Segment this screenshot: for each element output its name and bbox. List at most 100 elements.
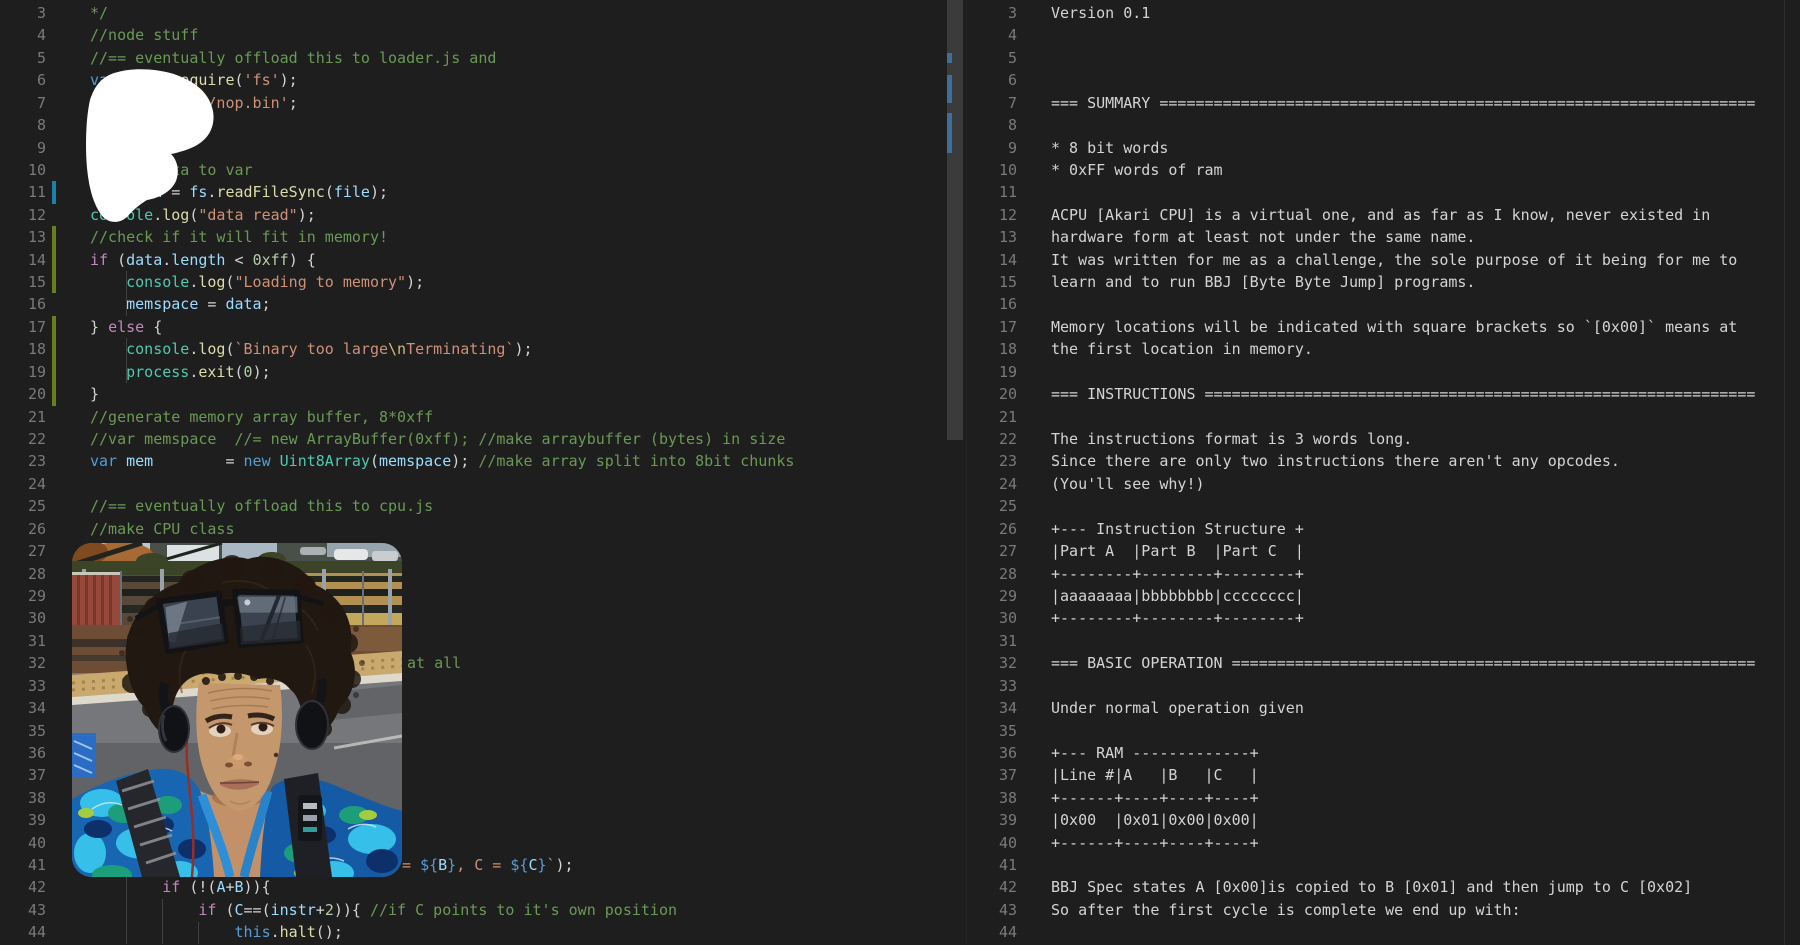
code-text[interactable]: if (data.length < 0xff) {: [90, 249, 966, 271]
code-text[interactable]: //load data to var: [90, 159, 966, 181]
text-content[interactable]: It was written for me as a challenge, th…: [1051, 249, 1800, 271]
text-line: 34Under normal operation given: [967, 697, 1800, 719]
text-line: 26+--- Instruction Structure +: [967, 518, 1800, 540]
code-text[interactable]: */: [90, 2, 966, 24]
text-content[interactable]: BBJ Spec states A [0x00]is copied to B […: [1051, 876, 1800, 898]
code-line: 6var fs = require('fs');: [0, 69, 966, 91]
line-number: 13: [967, 226, 1017, 248]
line-number: 23: [0, 450, 46, 472]
text-content[interactable]: === SUMMARY ============================…: [1051, 92, 1800, 114]
text-content[interactable]: |Line #|A |B |C |: [1051, 764, 1800, 786]
text-content[interactable]: +--- Instruction Structure +: [1051, 518, 1800, 540]
code-line: 19 process.exit(0);: [0, 361, 966, 383]
code-text[interactable]: var data = fs.readFileSync(file);: [90, 181, 966, 203]
code-line: 22//var memspace //= new ArrayBuffer(0xf…: [0, 428, 966, 450]
text-line: 8: [967, 114, 1800, 136]
code-text[interactable]: memspace = data;: [90, 293, 966, 315]
code-text[interactable]: }: [90, 383, 966, 405]
indent-guide: [126, 338, 127, 360]
text-content[interactable]: the first location in memory.: [1051, 338, 1800, 360]
text-line: 41: [967, 854, 1800, 876]
code-line: 20}: [0, 383, 966, 405]
line-number: 22: [967, 428, 1017, 450]
text-content[interactable]: * 8 bit words: [1051, 137, 1800, 159]
text-content[interactable]: * 0xFF words of ram: [1051, 159, 1800, 181]
code-text[interactable]: //== eventually offload this to cpu.js: [90, 495, 966, 517]
text-content[interactable]: Under normal operation given: [1051, 697, 1800, 719]
text-line: 3Version 0.1: [967, 2, 1800, 24]
code-line: 43 if (C==(instr+2)){ //if C points to i…: [0, 899, 966, 921]
left-editor-scrollbar[interactable]: [947, 0, 963, 440]
line-number: 11: [967, 181, 1017, 203]
text-content[interactable]: +--------+--------+--------+: [1051, 607, 1800, 629]
code-text[interactable]: //node stuff: [90, 24, 966, 46]
text-content[interactable]: |Part A |Part B |Part C |: [1051, 540, 1800, 562]
line-number: 44: [967, 921, 1017, 943]
git-gutter-modified: [52, 181, 56, 203]
code-line: 9: [0, 137, 966, 159]
line-number: 20: [967, 383, 1017, 405]
line-number: 18: [967, 338, 1017, 360]
text-content[interactable]: +------+----+----+----+: [1051, 832, 1800, 854]
text-content[interactable]: === BASIC OPERATION ====================…: [1051, 652, 1800, 674]
code-text[interactable]: process.exit(0);: [90, 361, 966, 383]
line-number: 19: [0, 361, 46, 383]
code-line: 24: [0, 473, 966, 495]
code-text[interactable]: //var memspace //= new ArrayBuffer(0xff)…: [90, 428, 966, 450]
line-number: 8: [0, 114, 46, 136]
code-text[interactable]: //generate memory array buffer, 8*0xff: [90, 406, 966, 428]
line-number: 31: [0, 630, 46, 652]
text-content[interactable]: +------+----+----+----+: [1051, 787, 1800, 809]
text-content[interactable]: So after the first cycle is complete we …: [1051, 899, 1800, 921]
code-text[interactable]: //== eventually offload this to loader.j…: [90, 47, 966, 69]
overview-ruler-modified-mark: [947, 53, 952, 63]
code-line: 14if (data.length < 0xff) {: [0, 249, 966, 271]
code-text[interactable]: console.log("Loading to memory");: [90, 271, 966, 293]
left-editor-pane[interactable]: 3*/4//node stuff5//== eventually offload…: [0, 0, 966, 945]
line-number: 10: [0, 159, 46, 181]
code-text[interactable]: var mem = new Uint8Array(memspace); //ma…: [90, 450, 966, 472]
code-text[interactable]: //check if it will fit in memory!: [90, 226, 966, 248]
line-number: 15: [0, 271, 46, 293]
text-line: 44: [967, 921, 1800, 943]
line-number: 30: [967, 607, 1017, 629]
right-editor-pane[interactable]: 3Version 0.14567=== SUMMARY ============…: [966, 0, 1800, 945]
line-number: 21: [0, 406, 46, 428]
text-content[interactable]: ACPU [Akari CPU] is a virtual one, and a…: [1051, 204, 1800, 226]
text-content[interactable]: The instructions format is 3 words long.: [1051, 428, 1800, 450]
text-content[interactable]: hardware form at least not under the sam…: [1051, 226, 1800, 248]
text-content[interactable]: learn and to run BBJ [Byte Byte Jump] pr…: [1051, 271, 1800, 293]
text-line: 6: [967, 69, 1800, 91]
code-text[interactable]: console.log(`Binary too large\nTerminati…: [90, 338, 966, 360]
text-content[interactable]: |aaaaaaaa|bbbbbbbb|cccccccc|: [1051, 585, 1800, 607]
text-content[interactable]: Since there are only two instructions th…: [1051, 450, 1800, 472]
code-text[interactable]: var file = './nop.bin';: [90, 92, 966, 114]
code-text[interactable]: var fs = require('fs');: [90, 69, 966, 91]
line-number: 7: [0, 92, 46, 114]
text-content[interactable]: Version 0.1: [1051, 2, 1800, 24]
text-line: 5: [967, 47, 1800, 69]
code-text[interactable]: if (!(A+B)){: [90, 876, 966, 898]
code-text[interactable]: //make CPU class: [90, 518, 966, 540]
text-content[interactable]: (You'll see why!): [1051, 473, 1800, 495]
code-text[interactable]: if (C==(instr+2)){ //if C points to it's…: [90, 899, 966, 921]
line-number: 16: [967, 293, 1017, 315]
code-text[interactable]: } else {: [90, 316, 966, 338]
text-content[interactable]: Memory locations will be indicated with …: [1051, 316, 1800, 338]
text-line: 14It was written for me as a challenge, …: [967, 249, 1800, 271]
text-content[interactable]: |0x00 |0x01|0x00|0x00|: [1051, 809, 1800, 831]
text-content[interactable]: === INSTRUCTIONS =======================…: [1051, 383, 1800, 405]
code-line: 8: [0, 114, 966, 136]
code-line: 13//check if it will fit in memory!: [0, 226, 966, 248]
overview-ruler-modified-mark: [947, 113, 952, 153]
text-line: 27|Part A |Part B |Part C |: [967, 540, 1800, 562]
line-number: 25: [967, 495, 1017, 517]
right-editor-ruler-edge: [1784, 0, 1785, 945]
line-number: 30: [0, 607, 46, 629]
text-line: 25: [967, 495, 1800, 517]
code-text[interactable]: this.halt();: [90, 921, 966, 943]
text-line: 16: [967, 293, 1800, 315]
text-content[interactable]: +--------+--------+--------+: [1051, 563, 1800, 585]
code-text[interactable]: console.log("data read");: [90, 204, 966, 226]
text-content[interactable]: +--- RAM -------------+: [1051, 742, 1800, 764]
